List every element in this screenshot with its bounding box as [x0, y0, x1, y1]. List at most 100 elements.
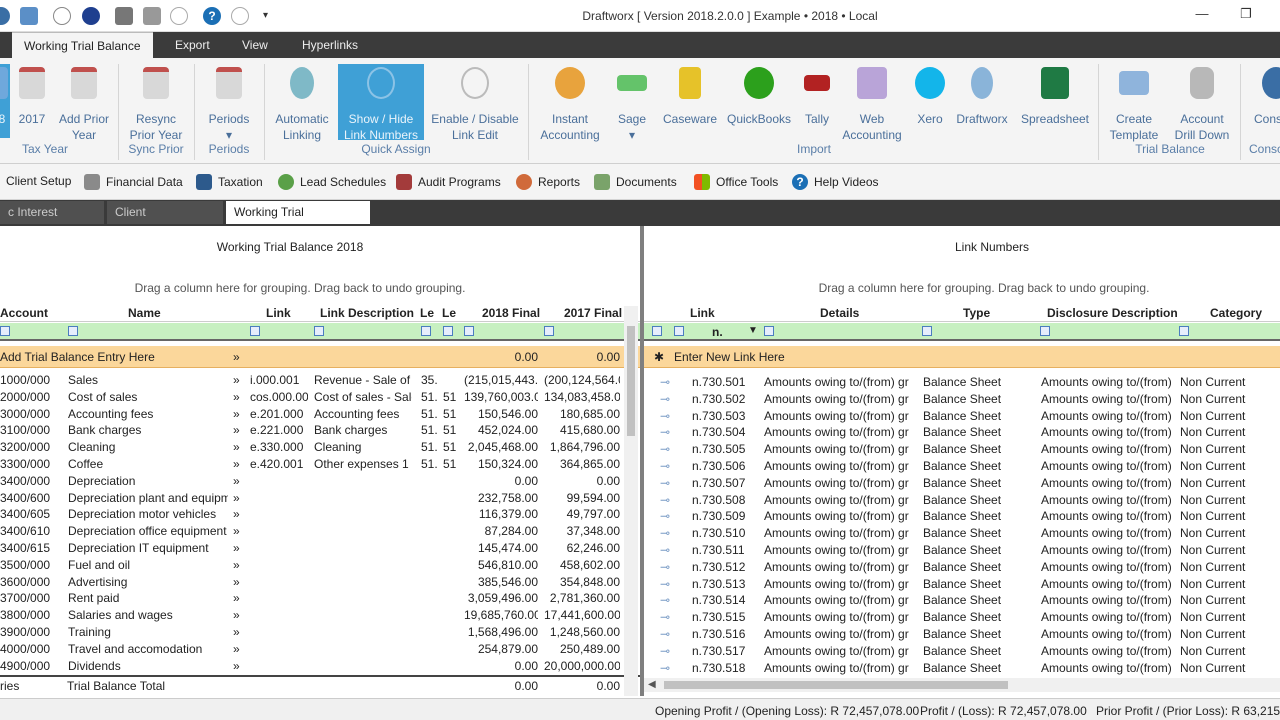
table-row[interactable]: 3000/000 Accounting fees » e.201.000 Account…	[0, 406, 640, 423]
table-row[interactable]: 4000/000 Travel and accomodation » 254,879.…	[0, 641, 640, 658]
filter-edit-icon[interactable]	[652, 326, 662, 336]
drag-link-icon[interactable]: ⊸	[660, 476, 670, 490]
table-row[interactable]: ⊸ n.730.501 Amounts owing to/(from) grou Ba…	[644, 374, 1280, 391]
col-link[interactable]: Link	[690, 306, 715, 320]
col-name[interactable]: Name	[128, 306, 161, 320]
drag-link-icon[interactable]: ⊸	[660, 459, 670, 473]
drag-link-icon[interactable]: ⊸	[660, 442, 670, 456]
drag-link-icon[interactable]: ⊸	[660, 543, 670, 557]
row-arrow-icon[interactable]: »	[233, 390, 240, 404]
left-vertical-scrollbar[interactable]	[624, 306, 638, 696]
table-row[interactable]: 3800/000 Salaries and wages » 19,685,760.00…	[0, 607, 640, 624]
filter-icon[interactable]	[314, 326, 324, 336]
consolidation-button[interactable]: Cons	[1248, 64, 1280, 127]
table-row[interactable]: 3100/000 Bank charges » e.221.000 Bank charg…	[0, 422, 640, 439]
col-details[interactable]: Details	[820, 306, 859, 320]
table-row[interactable]: ⊸ n.730.515 Amounts owing to/(from) grou Ba…	[644, 609, 1280, 626]
col-link-description[interactable]: Link Description	[320, 306, 414, 320]
nav-help-videos[interactable]: ? Help Videos	[792, 174, 879, 190]
drag-link-icon[interactable]: ⊸	[660, 526, 670, 540]
table-row[interactable]: 2000/000 Cost of sales » cos.000.00 Cost of …	[0, 389, 640, 406]
col-le1[interactable]: Le	[420, 306, 434, 320]
scrollbar-thumb[interactable]	[664, 681, 1008, 689]
drag-link-icon[interactable]: ⊸	[660, 593, 670, 607]
ribbon-tab-export[interactable]: Export	[163, 32, 222, 58]
table-row[interactable]: ⊸ n.730.512 Amounts owing to/(from) grou Ba…	[644, 559, 1280, 576]
filter-icon[interactable]	[0, 326, 10, 336]
row-arrow-icon[interactable]: »	[233, 524, 240, 538]
filter-icon[interactable]	[922, 326, 932, 336]
col-type[interactable]: Type	[963, 306, 990, 320]
table-row[interactable]: 3400/615 Depreciation IT equipment » 145,47…	[0, 540, 640, 557]
web-accounting-button[interactable]: Web Accounting	[840, 64, 904, 143]
drag-link-icon[interactable]: ⊸	[660, 409, 670, 423]
filter-icon[interactable]	[674, 326, 684, 336]
drag-link-icon[interactable]: ⊸	[660, 375, 670, 389]
table-row[interactable]: 3500/000 Fuel and oil » 546,810.00 458,602.0…	[0, 557, 640, 574]
row-arrow-icon[interactable]: »	[233, 507, 240, 521]
table-row[interactable]: ⊸ n.730.504 Amounts owing to/(from) grou Ba…	[644, 424, 1280, 441]
drag-link-icon[interactable]: ⊸	[660, 392, 670, 406]
table-row[interactable]: ⊸ n.730.510 Amounts owing to/(from) grou Ba…	[644, 525, 1280, 542]
row-arrow-icon[interactable]: »	[233, 474, 240, 488]
add-trial-balance-entry-row[interactable]: Add Trial Balance Entry Here » 0.00 0.00	[0, 346, 640, 368]
table-row[interactable]: 3400/000 Depreciation » 0.00 0.00	[0, 473, 640, 490]
resync-prior-year-button[interactable]: Resync Prior Year	[126, 64, 186, 143]
drag-link-icon[interactable]: ⊸	[660, 644, 670, 658]
table-row[interactable]: 3200/000 Cleaning » e.330.000 Cleaning 51. 51 2…	[0, 439, 640, 456]
filter-icon[interactable]	[544, 326, 554, 336]
table-row[interactable]: ⊸ n.730.509 Amounts owing to/(from) grou Ba…	[644, 508, 1280, 525]
doc-tab-interest-score[interactable]: c Interest Score✕	[0, 201, 104, 242]
row-arrow-icon[interactable]: »	[233, 423, 240, 437]
drag-link-icon[interactable]: ⊸	[660, 493, 670, 507]
row-arrow-icon[interactable]: »	[233, 608, 240, 622]
filter-icon[interactable]	[764, 326, 774, 336]
row-arrow-icon[interactable]: »	[233, 558, 240, 572]
row-arrow-icon[interactable]: »	[233, 642, 240, 656]
drag-link-icon[interactable]: ⊸	[660, 610, 670, 624]
filter-icon[interactable]	[250, 326, 260, 336]
tax-year-2017-button[interactable]: 2017	[14, 64, 50, 127]
drag-link-icon[interactable]: ⊸	[660, 560, 670, 574]
drag-link-icon[interactable]: ⊸	[660, 627, 670, 641]
instant-accounting-button[interactable]: Instant Accounting	[536, 64, 604, 143]
col-disclosure-description[interactable]: Disclosure Description	[1047, 306, 1178, 320]
row-arrow-icon[interactable]: »	[233, 625, 240, 639]
nav-audit-programs[interactable]: Audit Programs	[396, 174, 501, 190]
tax-year-2018-button[interactable]: 8	[0, 64, 10, 138]
create-template-button[interactable]: Create Template	[1104, 64, 1164, 143]
col-2017-final[interactable]: 2017 Final	[564, 306, 622, 320]
row-arrow-icon[interactable]: »	[233, 575, 240, 589]
filter-icon[interactable]	[1040, 326, 1050, 336]
filter-icon[interactable]	[68, 326, 78, 336]
table-row[interactable]: 3700/000 Rent paid » 3,059,496.00 2,781,360.…	[0, 590, 640, 607]
table-row[interactable]: 4900/000 Dividends » 0.00 20,000,000.00	[0, 658, 640, 675]
col-2018-final[interactable]: 2018 Final	[482, 306, 540, 320]
group-by-panel[interactable]: Drag a column here for grouping. Drag ba…	[0, 281, 620, 295]
nav-client-setup[interactable]: Client Setup	[6, 174, 71, 188]
link-filter-input[interactable]: n.	[712, 325, 723, 339]
table-row[interactable]: ⊸ n.730.503 Amounts owing to/(from) grou Ba…	[644, 408, 1280, 425]
table-row[interactable]: ⊸ n.730.516 Amounts owing to/(from) grou Ba…	[644, 626, 1280, 643]
nav-office-tools[interactable]: Office Tools	[694, 174, 778, 190]
col-category[interactable]: Category	[1210, 306, 1262, 320]
drag-link-icon[interactable]: ⊸	[660, 577, 670, 591]
table-row[interactable]: ⊸ n.730.505 Amounts owing to/(from) grou Ba…	[644, 441, 1280, 458]
table-row[interactable]: ⊸ n.730.518 Amounts owing to/(from) grou Ba…	[644, 660, 1280, 677]
enable-disable-link-edit-button[interactable]: Enable / Disable Link Edit	[430, 64, 520, 143]
table-row[interactable]: 3900/000 Training » 1,568,496.00 1,248,560.0…	[0, 624, 640, 641]
table-row[interactable]: 3600/000 Advertising » 385,546.00 354,848.00	[0, 574, 640, 591]
minimize-button[interactable]: —	[1192, 6, 1212, 21]
row-arrow-icon[interactable]: »	[233, 373, 240, 387]
drag-link-icon[interactable]: ⊸	[660, 509, 670, 523]
scrollbar-thumb[interactable]	[627, 326, 635, 436]
filter-icon[interactable]	[1179, 326, 1189, 336]
row-arrow-icon[interactable]: »	[233, 659, 240, 673]
ribbon-tab-view[interactable]: View	[230, 32, 280, 58]
row-arrow-icon[interactable]: »	[233, 491, 240, 505]
filter-dropdown-icon[interactable]: ▼	[748, 325, 758, 336]
filter-icon[interactable]	[443, 326, 453, 336]
maximize-button[interactable]: ❐	[1236, 6, 1256, 22]
col-account[interactable]: Account	[0, 306, 48, 320]
nav-lead-schedules[interactable]: Lead Schedules	[278, 174, 386, 190]
